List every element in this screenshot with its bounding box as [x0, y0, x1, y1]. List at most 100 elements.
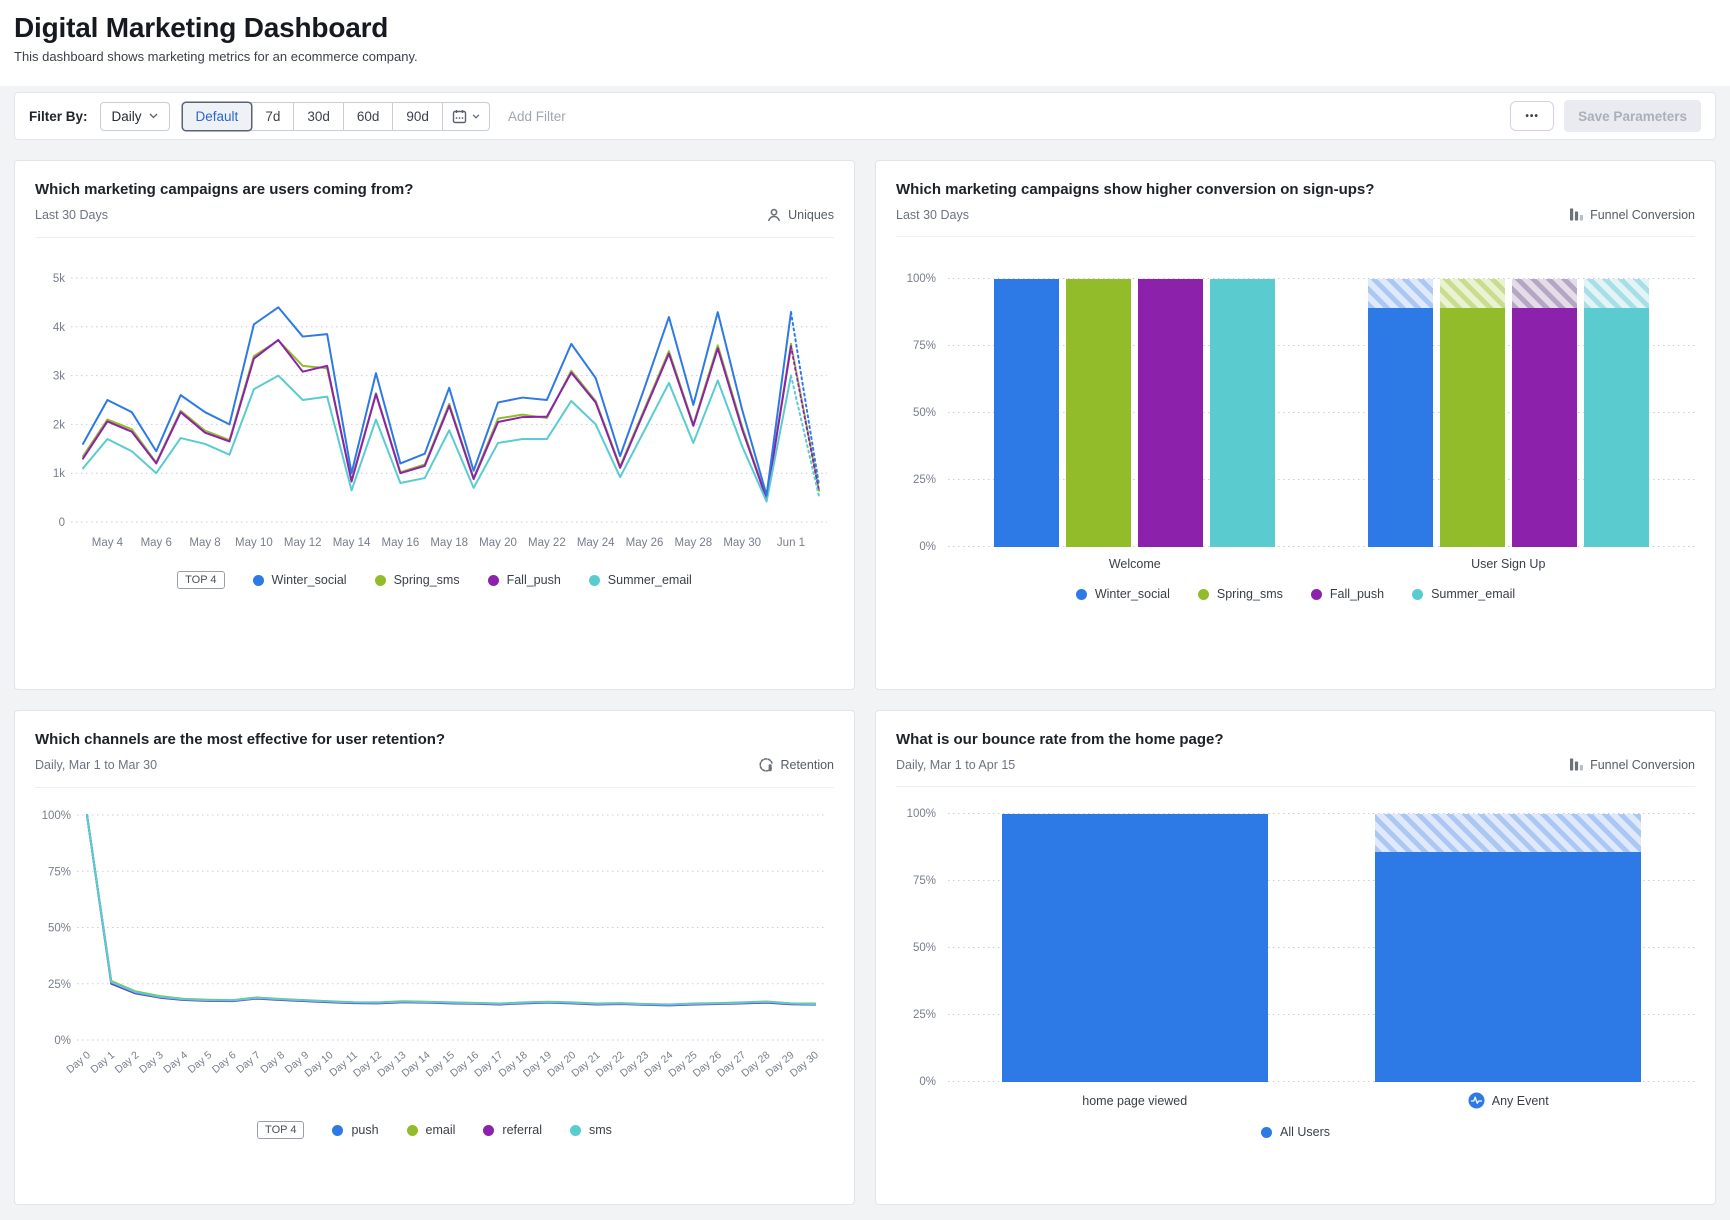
funnel-bar-value	[1440, 308, 1505, 547]
line-chart-svg: 01k2k3k4k5kMay 4May 6May 8May 10May 12Ma…	[35, 248, 835, 550]
funnel-bars	[948, 814, 1695, 1082]
legend-dot	[488, 575, 499, 586]
funnel-bar-remainder	[1440, 279, 1505, 308]
legend-item-Fall_push[interactable]: Fall_push	[488, 573, 561, 587]
card-header: Which marketing campaigns show higher co…	[876, 161, 1715, 237]
funnel-bar-All Users[interactable]	[1002, 814, 1268, 1082]
page-subtitle: This dashboard shows marketing metrics f…	[14, 49, 1716, 64]
y-tick-label: 4k	[53, 322, 65, 334]
x-tick-label: May 4	[92, 537, 124, 549]
funnel-bar-value	[1584, 308, 1649, 547]
series-line-push[interactable]	[87, 815, 815, 1005]
funnel-bar-Fall_push[interactable]	[1512, 279, 1577, 547]
legend-item-All Users[interactable]: All Users	[1261, 1125, 1330, 1139]
x-tick-label: Day 5	[186, 1049, 215, 1076]
funnel-bar-Fall_push[interactable]	[1138, 279, 1203, 547]
funnel-bar-Summer_email[interactable]	[1584, 279, 1649, 547]
funnel-step-label-text: User Sign Up	[1471, 557, 1545, 571]
funnel-bar-value	[994, 279, 1059, 547]
funnel-plot: 0%25%50%75%100%	[948, 279, 1695, 547]
funnel-step-group	[948, 814, 1322, 1082]
legend-item-Spring_sms[interactable]: Spring_sms	[375, 573, 460, 587]
legend-dot	[253, 575, 264, 586]
legend-label: Spring_sms	[394, 573, 460, 587]
funnel-conversion-icon	[1569, 207, 1584, 222]
funnel-bar-Winter_social[interactable]	[994, 279, 1059, 547]
legend-label: Winter_social	[272, 573, 347, 587]
chevron-down-icon	[472, 114, 480, 119]
legend-label: Summer_email	[608, 573, 692, 587]
card-date-range: Last 30 Days	[896, 208, 969, 222]
legend-item-referral[interactable]: referral	[483, 1123, 542, 1137]
x-tick-label: Day 8	[258, 1049, 287, 1076]
funnel-bar-Spring_sms[interactable]	[1440, 279, 1505, 547]
legend-item-Summer_email[interactable]: Summer_email	[1412, 587, 1515, 601]
card-date-range: Daily, Mar 1 to Apr 15	[896, 758, 1015, 772]
custom-date-range-button[interactable]	[442, 103, 489, 130]
more-options-button[interactable]: •••	[1510, 101, 1554, 131]
metric-label: Uniques	[788, 208, 834, 222]
range-segment-30d[interactable]: 30d	[293, 103, 343, 130]
legend-label: All Users	[1280, 1125, 1330, 1139]
legend-item-email[interactable]: email	[407, 1123, 456, 1137]
card-title[interactable]: Which marketing campaigns are users comi…	[35, 181, 834, 198]
y-tick-label: 25%	[48, 979, 71, 991]
y-tick-label: 75%	[48, 866, 71, 878]
card-header: What is our bounce rate from the home pa…	[876, 711, 1715, 787]
card-metric: Uniques	[766, 207, 834, 223]
y-tick-label: 3k	[53, 371, 65, 383]
bounce-funnel-chart[interactable]: 0%25%50%75%100%home page viewedAny Event	[896, 814, 1695, 1109]
legend-item-Winter_social[interactable]: Winter_social	[1076, 587, 1170, 601]
legend-label: Fall_push	[507, 573, 561, 587]
card-title[interactable]: Which marketing campaigns show higher co…	[896, 181, 1695, 198]
funnel-bar-value	[1002, 814, 1268, 1082]
x-tick-label: May 8	[189, 537, 220, 549]
series-line-referral[interactable]	[87, 815, 815, 1005]
y-tick-label: 50%	[896, 942, 936, 954]
legend-item-push[interactable]: push	[332, 1123, 378, 1137]
y-tick-label: 100%	[42, 810, 71, 822]
page-header: Digital Marketing Dashboard This dashboa…	[0, 0, 1730, 86]
campaign-line-chart[interactable]: 01k2k3k4k5kMay 4May 6May 8May 10May 12Ma…	[35, 248, 834, 555]
x-tick-label: May 22	[528, 537, 566, 549]
range-segment-default[interactable]: Default	[183, 103, 252, 130]
x-tick-label: Jun 1	[777, 537, 805, 549]
legend-item-Winter_social[interactable]: Winter_social	[253, 573, 347, 587]
funnel-bar-value	[1138, 279, 1203, 547]
bounce-funnel-legend: All Users	[896, 1125, 1695, 1139]
legend-item-Spring_sms[interactable]: Spring_sms	[1198, 587, 1283, 601]
retention-chart[interactable]: 0%25%50%75%100%Day 0Day 1Day 2Day 3Day 4…	[35, 798, 834, 1111]
series-line-sms[interactable]	[87, 815, 815, 1005]
legend-dot	[483, 1125, 494, 1136]
legend-item-Fall_push[interactable]: Fall_push	[1311, 587, 1384, 601]
legend-item-sms[interactable]: sms	[570, 1123, 612, 1137]
y-tick-label: 50%	[896, 407, 936, 419]
funnel-bar-All Users[interactable]	[1375, 814, 1641, 1082]
add-filter-button[interactable]: Add Filter	[508, 109, 566, 124]
legend-dot	[1412, 589, 1423, 600]
x-tick-label: May 14	[333, 537, 371, 549]
series-line-email[interactable]	[87, 815, 815, 1004]
funnel-bar-Summer_email[interactable]	[1210, 279, 1275, 547]
retention-legend: TOP 4 push email referral sms	[35, 1121, 834, 1139]
top4-chip: TOP 4	[257, 1121, 304, 1139]
range-segment-60d[interactable]: 60d	[343, 103, 393, 130]
legend-dot	[1198, 589, 1209, 600]
card-title[interactable]: Which channels are the most effective fo…	[35, 731, 834, 748]
x-tick-label: May 18	[430, 537, 468, 549]
funnel-bar-Spring_sms[interactable]	[1066, 279, 1131, 547]
top4-chip: TOP 4	[177, 571, 224, 589]
legend-dot	[332, 1125, 343, 1136]
interval-dropdown[interactable]: Daily	[100, 102, 170, 131]
save-parameters-button[interactable]: Save Parameters	[1564, 100, 1701, 132]
calendar-icon	[452, 109, 467, 124]
range-segment-7d[interactable]: 7d	[251, 103, 293, 130]
range-segment-90d[interactable]: 90d	[392, 103, 442, 130]
signup-funnel-chart[interactable]: 0%25%50%75%100%WelcomeUser Sign Up	[896, 279, 1695, 571]
date-range-segmented-control: Default 7d 30d 60d 90d	[182, 102, 490, 131]
card-title[interactable]: What is our bounce rate from the home pa…	[896, 731, 1695, 748]
series-line-Summer_email[interactable]	[83, 376, 791, 502]
funnel-bar-Winter_social[interactable]	[1368, 279, 1433, 547]
interval-dropdown-value: Daily	[112, 109, 142, 124]
legend-item-Summer_email[interactable]: Summer_email	[589, 573, 692, 587]
